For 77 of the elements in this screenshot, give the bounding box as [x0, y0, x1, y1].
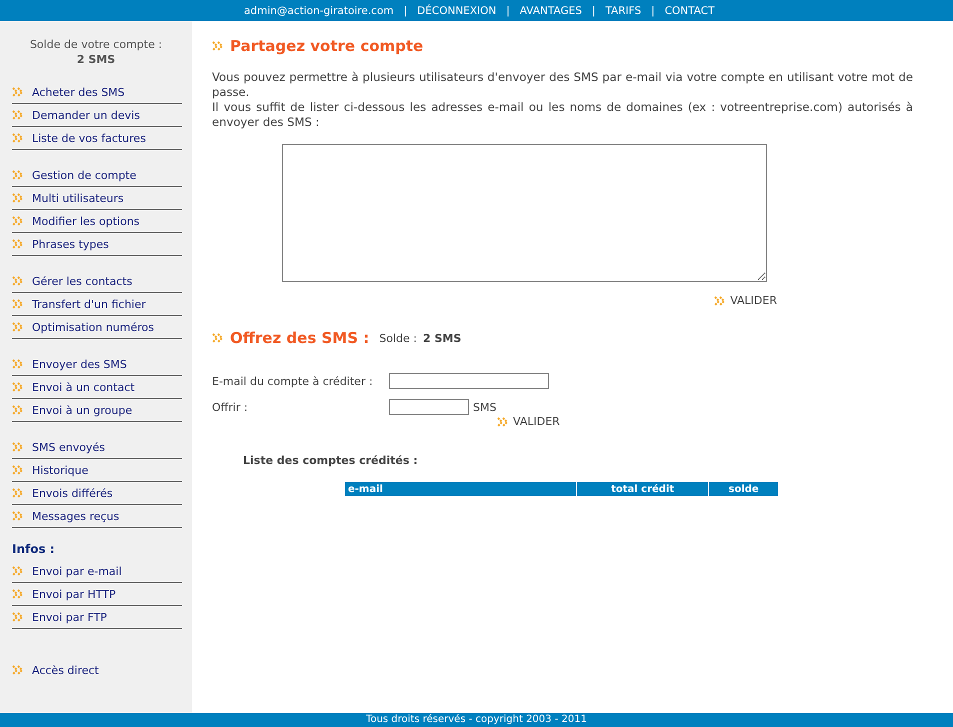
- nav-separator: |: [506, 4, 510, 16]
- validate-button[interactable]: VALIDER: [497, 415, 560, 428]
- copyright-footer: Tous droits réservés - copyright 2003 - 2011: [0, 713, 953, 727]
- sidebar-item[interactable]: Gestion de compte: [12, 164, 182, 187]
- chevron-icon: [12, 488, 24, 498]
- chevron-icon: [12, 276, 24, 286]
- account-email: admin@action-giratoire.com: [244, 4, 394, 16]
- section-title: Offrez des SMS :: [230, 329, 370, 347]
- sidebar-item[interactable]: Multi utilisateurs: [12, 187, 182, 210]
- sidebar-item[interactable]: Accès direct: [12, 659, 182, 681]
- chevron-icon: [12, 193, 24, 203]
- field-label: E-mail du compte à créditer :: [212, 374, 374, 388]
- nav-link[interactable]: AVANTAGES: [520, 4, 582, 16]
- nav-separator: |: [592, 4, 596, 16]
- sidebar-item[interactable]: Envoi à un groupe: [12, 399, 182, 422]
- sidebar-item[interactable]: Messages reçus: [12, 505, 182, 528]
- email-field[interactable]: [389, 373, 549, 389]
- balance-label: Solde de votre compte :: [30, 38, 162, 51]
- chevron-icon: [12, 170, 24, 180]
- chevron-icon: [497, 416, 509, 426]
- chevron-icon: [12, 299, 24, 309]
- address-list-field[interactable]: [282, 144, 767, 282]
- validate-button[interactable]: VALIDER: [714, 294, 777, 307]
- chevron-icon: [714, 296, 726, 306]
- nav-separator: |: [651, 4, 655, 16]
- sidebar-item[interactable]: Demander un devis: [12, 104, 182, 127]
- chevron-icon: [12, 405, 24, 415]
- balance-value: 2 SMS: [422, 332, 462, 344]
- sidebar-item[interactable]: Envoyer des SMS: [12, 353, 182, 376]
- chevron-icon: [12, 110, 24, 120]
- sidebar-item[interactable]: Acheter des SMS: [12, 81, 182, 104]
- list-heading: Liste des comptes crédités :: [243, 454, 419, 467]
- chevron-icon: [12, 511, 24, 521]
- sidebar-item[interactable]: Historique: [12, 459, 182, 482]
- amount-field[interactable]: [389, 399, 469, 415]
- sidebar-item[interactable]: SMS envoyés: [12, 436, 182, 459]
- column-header: e-mail: [345, 482, 576, 496]
- chevron-icon: [12, 665, 24, 675]
- chevron-icon: [12, 612, 24, 622]
- nav-link[interactable]: CONTACT: [664, 4, 714, 16]
- chevron-icon: [212, 333, 224, 343]
- sidebar-item[interactable]: Envois différés: [12, 482, 182, 505]
- sidebar-item[interactable]: Modifier les options: [12, 210, 182, 233]
- section-title: Partagez votre compte: [230, 37, 424, 55]
- chevron-icon: [12, 322, 24, 332]
- nav-link[interactable]: TARIFS: [605, 4, 642, 16]
- column-header: total crédit: [577, 482, 708, 496]
- nav-separator: |: [404, 4, 408, 16]
- sidebar-item[interactable]: Liste de vos factures: [12, 127, 182, 150]
- chevron-icon: [212, 41, 224, 51]
- balance-label: Solde :: [379, 332, 417, 344]
- column-header: solde: [709, 482, 778, 496]
- chevron-icon: [12, 566, 24, 576]
- unit-label: SMS: [473, 400, 496, 414]
- chevron-icon: [12, 87, 24, 97]
- sidebar-item[interactable]: Optimisation numéros: [12, 316, 182, 339]
- sidebar-heading: Infos :: [11, 542, 56, 556]
- sidebar-item[interactable]: Transfert d'un fichier: [12, 293, 182, 316]
- chevron-icon: [12, 133, 24, 143]
- paragraph: Vous pouvez permettre à plusieurs utilisateurs d'envoyer des SMS par e-mail via votre compte en utilisant votre mot de passe.: [212, 70, 913, 100]
- paragraph: Il vous suffit de lister ci-dessous les adresses e-mail ou les noms de domaines (ex : votreentreprise.com) autorisés à envoyer des SMS :: [212, 100, 913, 130]
- chevron-icon: [12, 442, 24, 452]
- chevron-icon: [12, 239, 24, 249]
- chevron-icon: [12, 216, 24, 226]
- chevron-icon: [12, 465, 24, 475]
- nav-link[interactable]: DÉCONNEXION: [417, 4, 496, 16]
- sidebar-item[interactable]: Phrases types: [12, 233, 182, 256]
- sidebar-item[interactable]: Envoi à un contact: [12, 376, 182, 399]
- chevron-icon: [12, 382, 24, 392]
- balance-value: 2 SMS: [76, 52, 116, 67]
- chevron-icon: [12, 589, 24, 599]
- field-label: Offrir :: [212, 400, 249, 414]
- sidebar-item[interactable]: Gérer les contacts: [12, 270, 182, 293]
- chevron-icon: [12, 359, 24, 369]
- sidebar-item[interactable]: Envoi par e-mail: [12, 560, 182, 583]
- sidebar-item[interactable]: Envoi par FTP: [12, 606, 182, 629]
- sidebar-item[interactable]: Envoi par HTTP: [12, 583, 182, 606]
